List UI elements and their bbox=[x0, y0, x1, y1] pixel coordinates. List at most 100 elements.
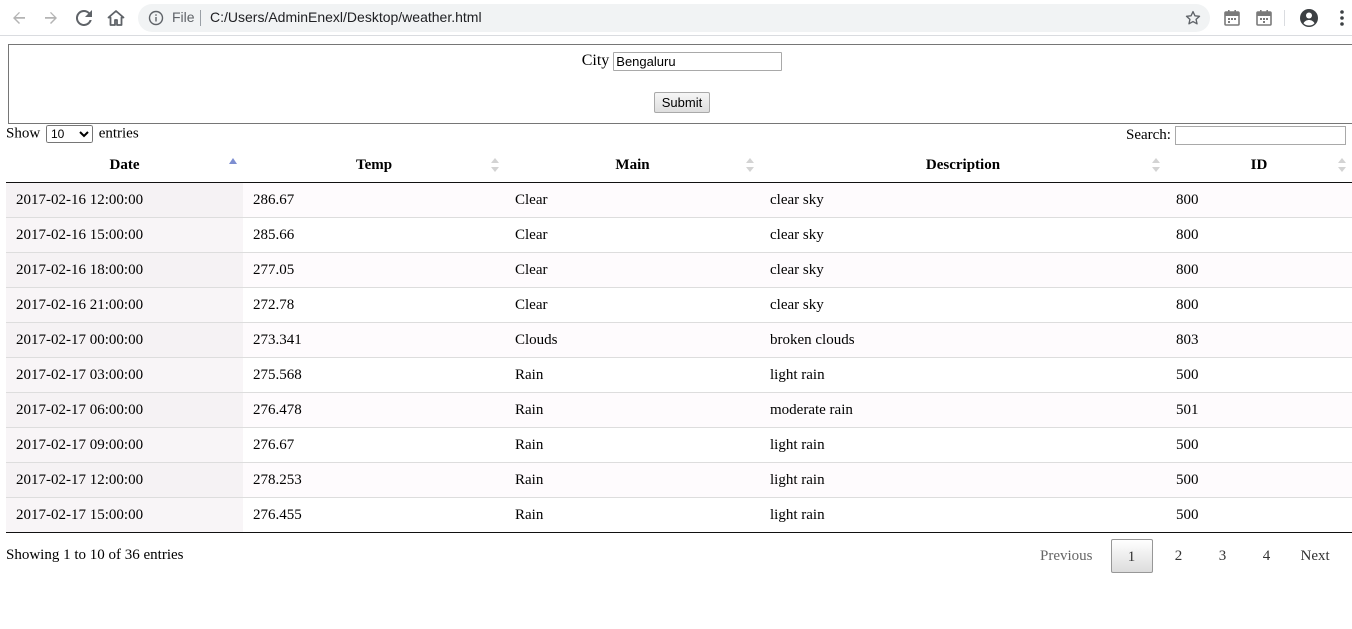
table-row: 2017-02-17 00:00:00 273.341 Clouds broken c… bbox=[6, 322, 1352, 358]
cell-date: 2017-02-16 18:00:00 bbox=[6, 252, 243, 288]
sort-asc-icon bbox=[229, 158, 237, 164]
more-icon[interactable] bbox=[1330, 6, 1352, 30]
sort-both-icon bbox=[746, 158, 754, 172]
weather-table: Date Temp Main Description ID 2017-02-16… bbox=[6, 148, 1352, 533]
column-header-description[interactable]: Description bbox=[760, 148, 1166, 183]
search-input[interactable] bbox=[1174, 126, 1346, 145]
back-icon[interactable] bbox=[7, 6, 31, 30]
page-button-3[interactable]: 3 bbox=[1201, 539, 1245, 573]
cell-id: 500 bbox=[1166, 462, 1352, 498]
table-header-row: Date Temp Main Description ID bbox=[6, 148, 1352, 183]
cell-description: broken clouds bbox=[760, 322, 1166, 358]
cell-temp: 277.05 bbox=[243, 252, 505, 288]
cell-date: 2017-02-17 00:00:00 bbox=[6, 322, 243, 358]
cell-date: 2017-02-17 15:00:00 bbox=[6, 497, 243, 533]
entries-label: entries bbox=[98, 125, 139, 142]
cell-date: 2017-02-16 15:00:00 bbox=[6, 217, 243, 253]
cell-id: 800 bbox=[1166, 287, 1352, 323]
table-row: 2017-02-17 15:00:00 276.455 Rain light rain… bbox=[6, 497, 1352, 533]
cell-description: light rain bbox=[760, 357, 1166, 393]
cell-date: 2017-02-16 12:00:00 bbox=[6, 182, 243, 218]
reload-icon[interactable] bbox=[72, 6, 96, 30]
cell-description: light rain bbox=[760, 462, 1166, 498]
address-bar[interactable]: File C:/Users/AdminEnexl/Desktop/weather… bbox=[138, 4, 1210, 32]
cell-main: Rain bbox=[505, 462, 760, 498]
column-header-temp[interactable]: Temp bbox=[243, 148, 505, 183]
table-row: 2017-02-17 03:00:00 275.568 Rain light rain… bbox=[6, 357, 1352, 393]
cell-date: 2017-02-17 09:00:00 bbox=[6, 427, 243, 463]
column-header-label: Date bbox=[109, 156, 140, 173]
cell-description: light rain bbox=[760, 497, 1166, 533]
cell-main: Rain bbox=[505, 497, 760, 533]
city-label: City bbox=[581, 52, 610, 70]
table-row: 2017-02-16 18:00:00 277.05 Clear clear sky 8… bbox=[6, 252, 1352, 288]
search-label: Search: bbox=[1126, 126, 1171, 143]
cell-temp: 276.478 bbox=[243, 392, 505, 428]
cell-id: 800 bbox=[1166, 217, 1352, 253]
entries-select[interactable]: 10 bbox=[45, 125, 93, 143]
cell-description: clear sky bbox=[760, 217, 1166, 253]
submit-row: Submit bbox=[9, 92, 1352, 113]
home-icon[interactable] bbox=[104, 6, 128, 30]
calendar-icon[interactable] bbox=[1252, 6, 1276, 30]
cell-temp: 272.78 bbox=[243, 287, 505, 323]
cell-date: 2017-02-17 06:00:00 bbox=[6, 392, 243, 428]
cell-description: clear sky bbox=[760, 287, 1166, 323]
cell-temp: 278.253 bbox=[243, 462, 505, 498]
column-header-main[interactable]: Main bbox=[505, 148, 760, 183]
url-text[interactable]: C:/Users/AdminEnexl/Desktop/weather.html bbox=[210, 9, 482, 25]
star-icon[interactable] bbox=[1184, 9, 1202, 27]
browser-toolbar: File C:/Users/AdminEnexl/Desktop/weather… bbox=[0, 0, 1352, 36]
cell-main: Rain bbox=[505, 427, 760, 463]
previous-button[interactable]: Previous bbox=[1026, 539, 1111, 573]
table-row: 2017-02-16 12:00:00 286.67 Clear clear sky 8… bbox=[6, 182, 1352, 218]
file-scheme-label: File bbox=[172, 9, 195, 25]
page-button-1[interactable]: 1 bbox=[1110, 539, 1153, 573]
cell-id: 803 bbox=[1166, 322, 1352, 358]
table-row: 2017-02-17 09:00:00 276.67 Rain light rain 5… bbox=[6, 427, 1352, 463]
next-button[interactable]: Next bbox=[1289, 539, 1338, 573]
cell-id: 800 bbox=[1176, 191, 1199, 208]
table-info: Showing 1 to 10 of 36 entries bbox=[6, 547, 184, 563]
column-header-date[interactable]: Date bbox=[6, 148, 243, 183]
forward-icon[interactable] bbox=[39, 6, 63, 30]
table-row: 2017-02-16 21:00:00 272.78 Clear clear sky 8… bbox=[6, 287, 1352, 323]
cell-main: Clear bbox=[505, 287, 760, 323]
cell-date: 2017-02-16 21:00:00 bbox=[6, 287, 243, 323]
entries-length: Show 10 entries bbox=[6, 125, 139, 143]
cell-main: Clouds bbox=[505, 322, 760, 358]
cell-description: clear sky bbox=[760, 252, 1166, 288]
cell-temp: 276.455 bbox=[243, 497, 505, 533]
submit-button[interactable]: Submit bbox=[653, 92, 711, 113]
account-icon[interactable] bbox=[1297, 6, 1321, 30]
cell-date: 2017-02-17 03:00:00 bbox=[6, 357, 243, 393]
city-input[interactable] bbox=[613, 52, 783, 71]
info-icon[interactable] bbox=[148, 10, 164, 26]
calendar-icon[interactable] bbox=[1220, 6, 1244, 30]
column-header-id[interactable]: ID bbox=[1166, 148, 1352, 183]
cell-temp: 285.66 bbox=[243, 217, 505, 253]
cell-temp: 286.67 bbox=[253, 191, 295, 208]
column-header-label: Main bbox=[615, 156, 650, 173]
cell-description: light rain bbox=[760, 427, 1166, 463]
page-button-2[interactable]: 2 bbox=[1157, 539, 1201, 573]
sort-both-icon bbox=[491, 158, 499, 172]
column-header-label: ID bbox=[1250, 156, 1268, 173]
toolbar-divider bbox=[1284, 10, 1285, 26]
cell-date: 2017-02-17 12:00:00 bbox=[6, 462, 243, 498]
cell-description: clear sky bbox=[770, 191, 824, 208]
cell-id: 501 bbox=[1166, 392, 1352, 428]
cell-temp: 275.568 bbox=[243, 357, 505, 393]
sort-both-icon bbox=[1152, 158, 1160, 172]
cell-temp: 273.341 bbox=[243, 322, 505, 358]
sort-both-icon bbox=[1338, 158, 1346, 172]
show-label: Show bbox=[6, 125, 41, 142]
cell-id: 800 bbox=[1166, 252, 1352, 288]
pagination: Previous 1 2 3 4 Next bbox=[1026, 539, 1338, 573]
cell-main: Rain bbox=[505, 392, 760, 428]
cell-description: moderate rain bbox=[760, 392, 1166, 428]
city-row: City bbox=[9, 52, 1352, 71]
table-row: 2017-02-17 06:00:00 276.478 Rain moderate r… bbox=[6, 392, 1352, 428]
page-button-4[interactable]: 4 bbox=[1245, 539, 1289, 573]
table-search: Search: bbox=[1126, 126, 1346, 145]
